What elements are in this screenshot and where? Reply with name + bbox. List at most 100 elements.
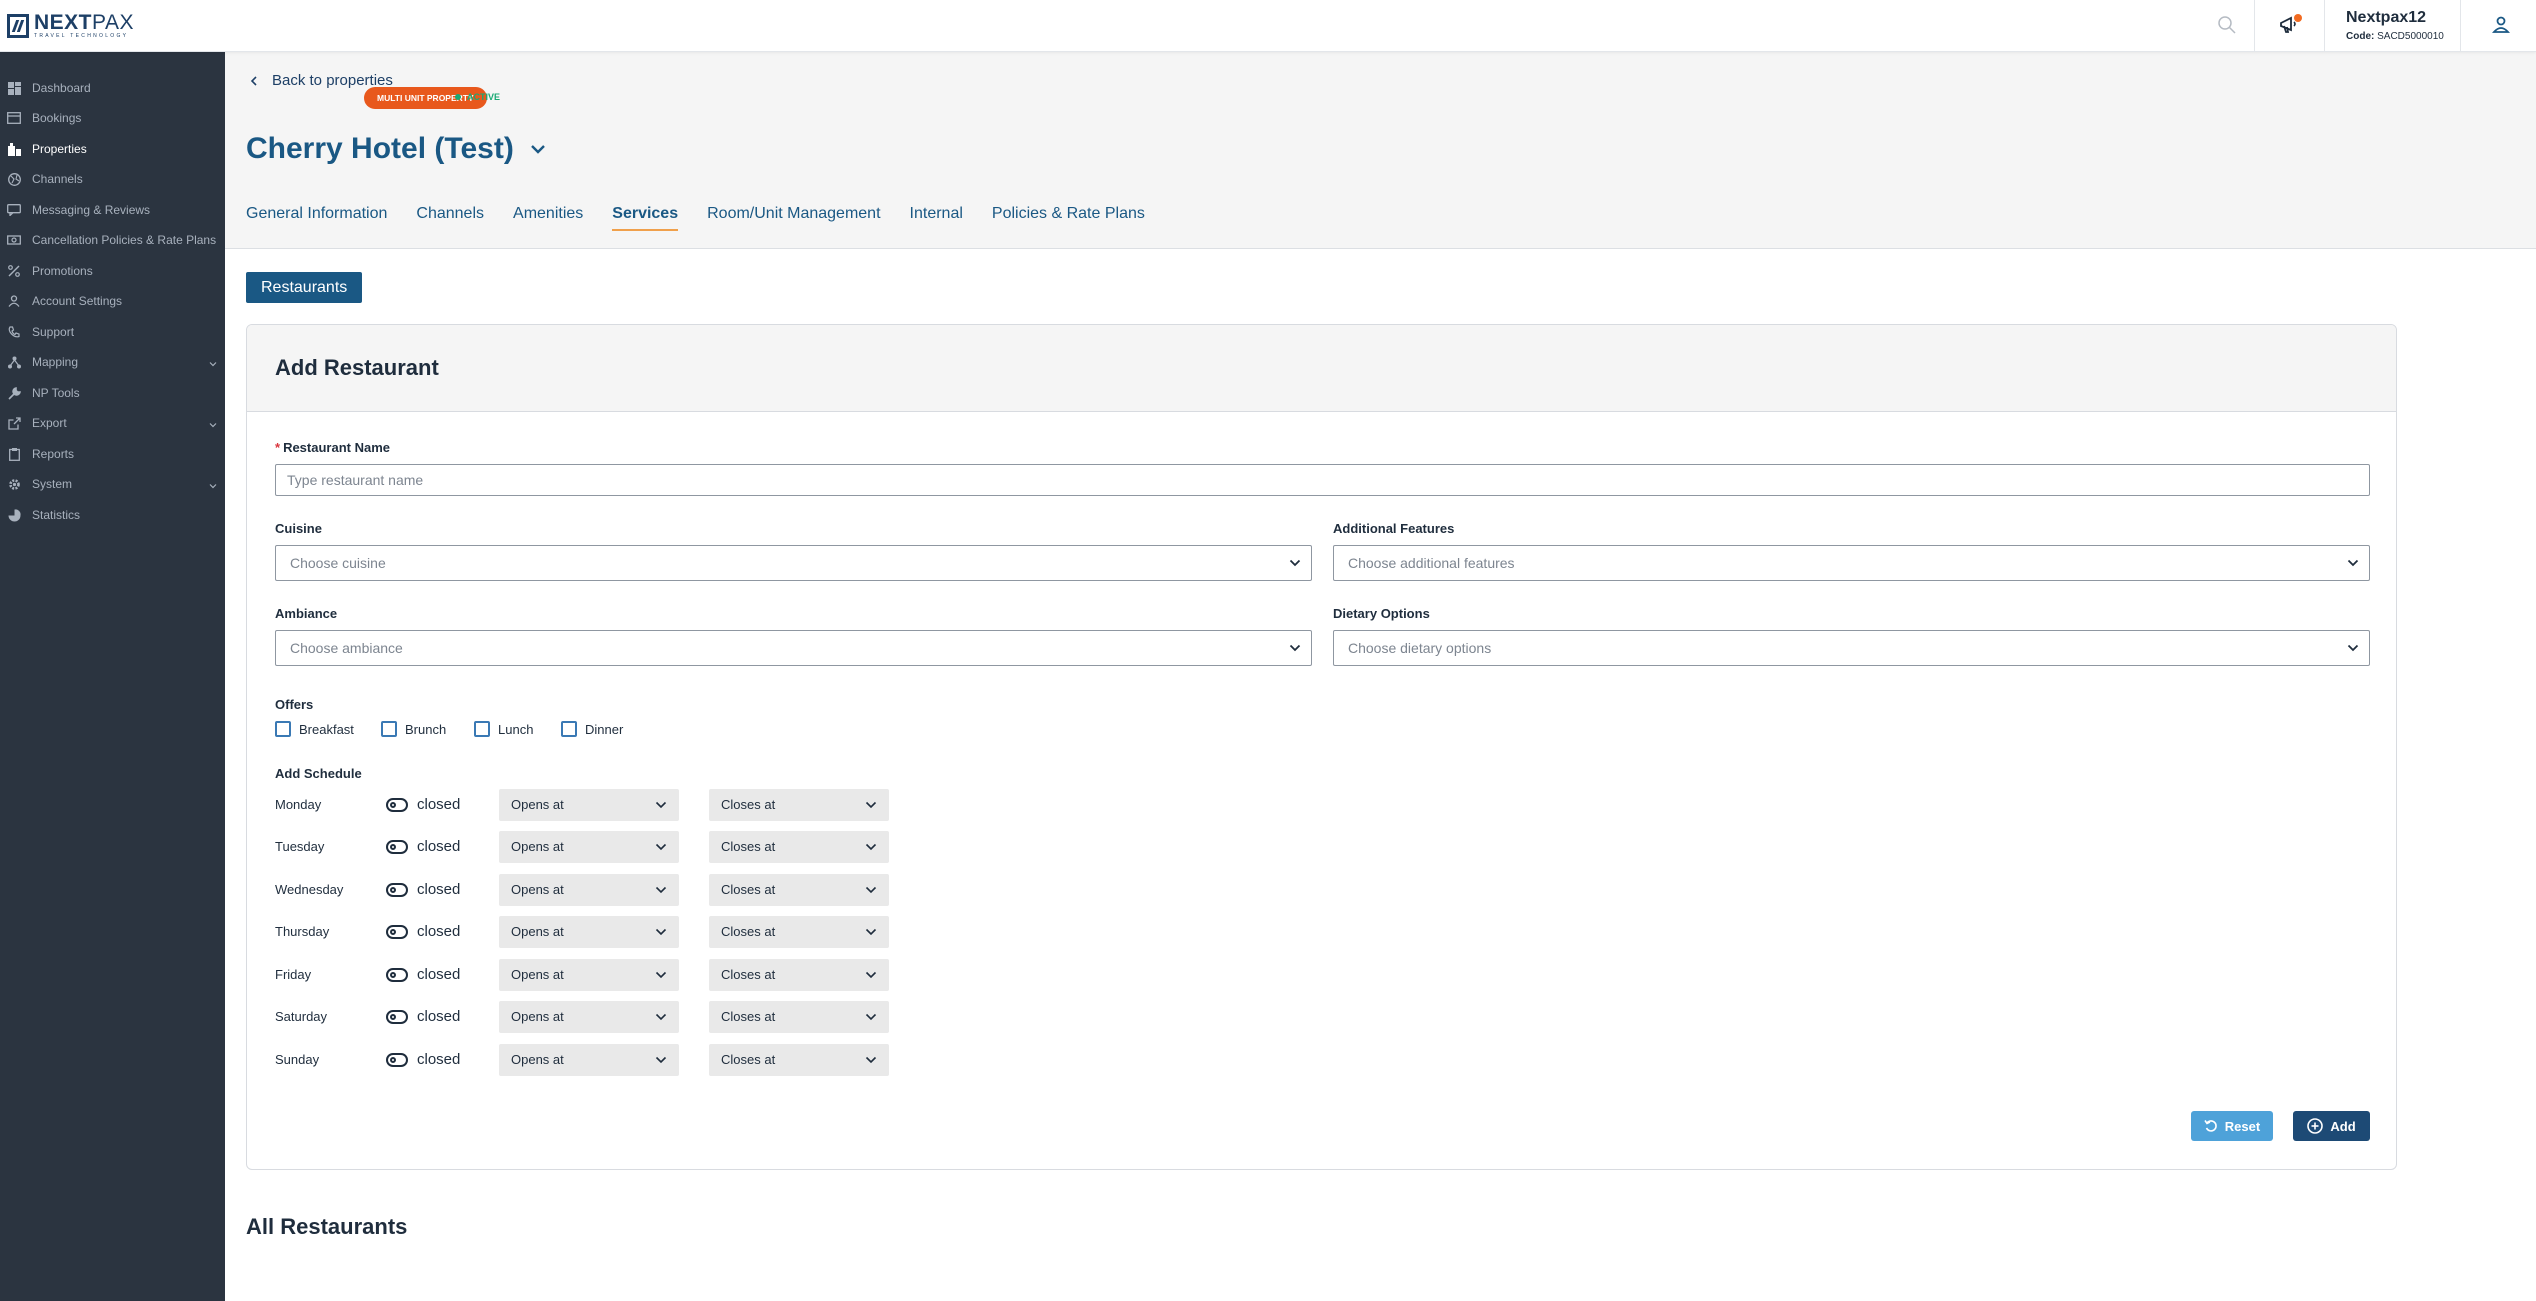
restaurant-name-input[interactable]: Type restaurant name [275, 464, 2370, 496]
tab-general-information[interactable]: General Information [246, 205, 387, 231]
sidebar-item-label: Properties [32, 142, 87, 156]
header-divider [2460, 0, 2461, 52]
announcement-icon[interactable] [2278, 14, 2302, 38]
sidebar-item-statistics[interactable]: Statistics [0, 500, 225, 530]
open-toggle[interactable] [386, 925, 408, 939]
closes-at-select[interactable]: Closes at [709, 1001, 889, 1033]
sidebar-item-bookings[interactable]: Bookings [0, 103, 225, 133]
closes-at-select[interactable]: Closes at [709, 959, 889, 991]
offer-breakfast-checkbox[interactable]: Breakfast [275, 721, 354, 737]
percent-icon [7, 264, 21, 278]
chevron-left-icon [250, 75, 257, 86]
opens-at-select[interactable]: Opens at [499, 831, 679, 863]
opens-at-text: Opens at [511, 924, 564, 939]
tab-channels[interactable]: Channels [416, 205, 484, 231]
dietary-options-label: Dietary Options [1333, 606, 1430, 621]
property-name: Cherry Hotel (Test) [246, 132, 514, 165]
chevron-down-icon [865, 1013, 877, 1021]
closes-at-text: Closes at [721, 1009, 776, 1024]
offer-brunch-checkbox[interactable]: Brunch [381, 721, 446, 737]
tab-room-unit-management[interactable]: Room/Unit Management [707, 205, 880, 231]
property-title: Cherry Hotel (Test) [246, 132, 548, 166]
closes-at-select[interactable]: Closes at [709, 789, 889, 821]
chevron-down-icon [865, 971, 877, 979]
chevron-down-icon [655, 1013, 667, 1021]
offer-lunch-checkbox[interactable]: Lunch [474, 721, 533, 737]
chevron-down-icon [655, 1056, 667, 1064]
opens-at-text: Opens at [511, 882, 564, 897]
open-toggle[interactable] [386, 1053, 408, 1067]
dietary-options-select[interactable]: Choose dietary options [1333, 630, 2370, 666]
closed-status: closed [417, 923, 461, 940]
tab-policies-rate-plans[interactable]: Policies & Rate Plans [992, 205, 1145, 231]
sidebar-item-account-settings[interactable]: Account Settings [0, 286, 225, 316]
sidebar-item-np-tools[interactable]: NP Tools [0, 378, 225, 408]
sidebar-item-label: System [32, 477, 73, 491]
checkbox-label: Brunch [405, 721, 447, 737]
sidebar-item-cancellation-policies[interactable]: Cancellation Policies & Rate Plans [0, 225, 225, 255]
opens-at-select[interactable]: Opens at [499, 1001, 679, 1033]
reset-button-label: Reset [2224, 1118, 2261, 1134]
open-toggle[interactable] [386, 840, 408, 854]
opens-at-select[interactable]: Opens at [499, 1044, 679, 1076]
opens-at-select[interactable]: Opens at [499, 916, 679, 948]
closes-at-text: Closes at [721, 924, 776, 939]
required-mark: * [275, 440, 281, 455]
account-info[interactable]: Nextpax12 Code: SACD5000010 [2346, 9, 2444, 42]
tab-internal[interactable]: Internal [910, 205, 963, 231]
sidebar-item-dashboard[interactable]: Dashboard [0, 73, 225, 103]
offer-dinner-checkbox[interactable]: Dinner [561, 721, 623, 737]
checkbox-box [381, 721, 397, 737]
search-icon[interactable] [2217, 15, 2239, 37]
chevron-down-icon [209, 479, 217, 489]
sidebar-item-support[interactable]: Support [0, 317, 225, 347]
additional-features-select[interactable]: Choose additional features [1333, 545, 2370, 581]
closes-at-select[interactable]: Closes at [709, 916, 889, 948]
closes-at-text: Closes at [721, 839, 776, 854]
ambiance-placeholder: Choose ambiance [290, 640, 403, 656]
sidebar-item-promotions[interactable]: Promotions [0, 256, 225, 286]
subtab-restaurants[interactable]: Restaurants [246, 272, 363, 303]
sidebar-item-export[interactable]: Export [0, 408, 225, 438]
sidebar-item-reports[interactable]: Reports [0, 439, 225, 469]
tab-amenities[interactable]: Amenities [513, 205, 583, 231]
reset-button[interactable]: Reset [2191, 1111, 2273, 1141]
checkbox-label: Breakfast [299, 721, 354, 737]
opens-at-select[interactable]: Opens at [499, 959, 679, 991]
sidebar-item-channels[interactable]: Channels [0, 164, 225, 194]
add-button[interactable]: Add [2293, 1111, 2370, 1141]
sidebar-item-mapping[interactable]: Mapping [0, 347, 225, 377]
opens-at-select[interactable]: Opens at [499, 789, 679, 821]
sidebar-item-messaging-reviews[interactable]: Messaging & Reviews [0, 195, 225, 225]
sidebar-item-label: Account Settings [32, 294, 123, 308]
gear-icon [7, 477, 21, 491]
ambiance-select[interactable]: Choose ambiance [275, 630, 1312, 666]
card-title: Add Restaurant [275, 355, 439, 380]
closes-at-select[interactable]: Closes at [709, 831, 889, 863]
chevron-down-icon [209, 357, 217, 367]
schedule-row-sunday: Sunday closed Opens at Closes at [275, 1044, 895, 1076]
open-toggle[interactable] [386, 798, 408, 812]
sidebar-item-label: Mapping [32, 355, 79, 369]
open-toggle[interactable] [386, 1010, 408, 1024]
user-icon [7, 294, 21, 308]
opens-at-text: Opens at [511, 1009, 564, 1024]
notification-dot [2294, 14, 2302, 22]
closes-at-select[interactable]: Closes at [709, 874, 889, 906]
open-toggle[interactable] [386, 968, 408, 982]
open-toggle[interactable] [386, 883, 408, 897]
closes-at-select[interactable]: Closes at [709, 1044, 889, 1076]
opens-at-select[interactable]: Opens at [499, 874, 679, 906]
cuisine-select[interactable]: Choose cuisine [275, 545, 1312, 581]
user-profile-icon[interactable] [2490, 14, 2514, 38]
closed-status: closed [417, 796, 461, 813]
sidebar-item-properties[interactable]: Properties [0, 134, 225, 164]
closes-at-text: Closes at [721, 797, 776, 812]
tab-services[interactable]: Services [612, 205, 679, 231]
day-name: Saturday [275, 1009, 328, 1024]
sidebar-item-system[interactable]: System [0, 469, 225, 499]
nextpax-logo[interactable]: NEXTPAX TRAVEL TECHNOLOGY [7, 12, 134, 39]
property-switch-chevron-icon[interactable] [528, 139, 548, 159]
chevron-down-icon [655, 886, 667, 894]
additional-features-placeholder: Choose additional features [1348, 555, 1515, 571]
